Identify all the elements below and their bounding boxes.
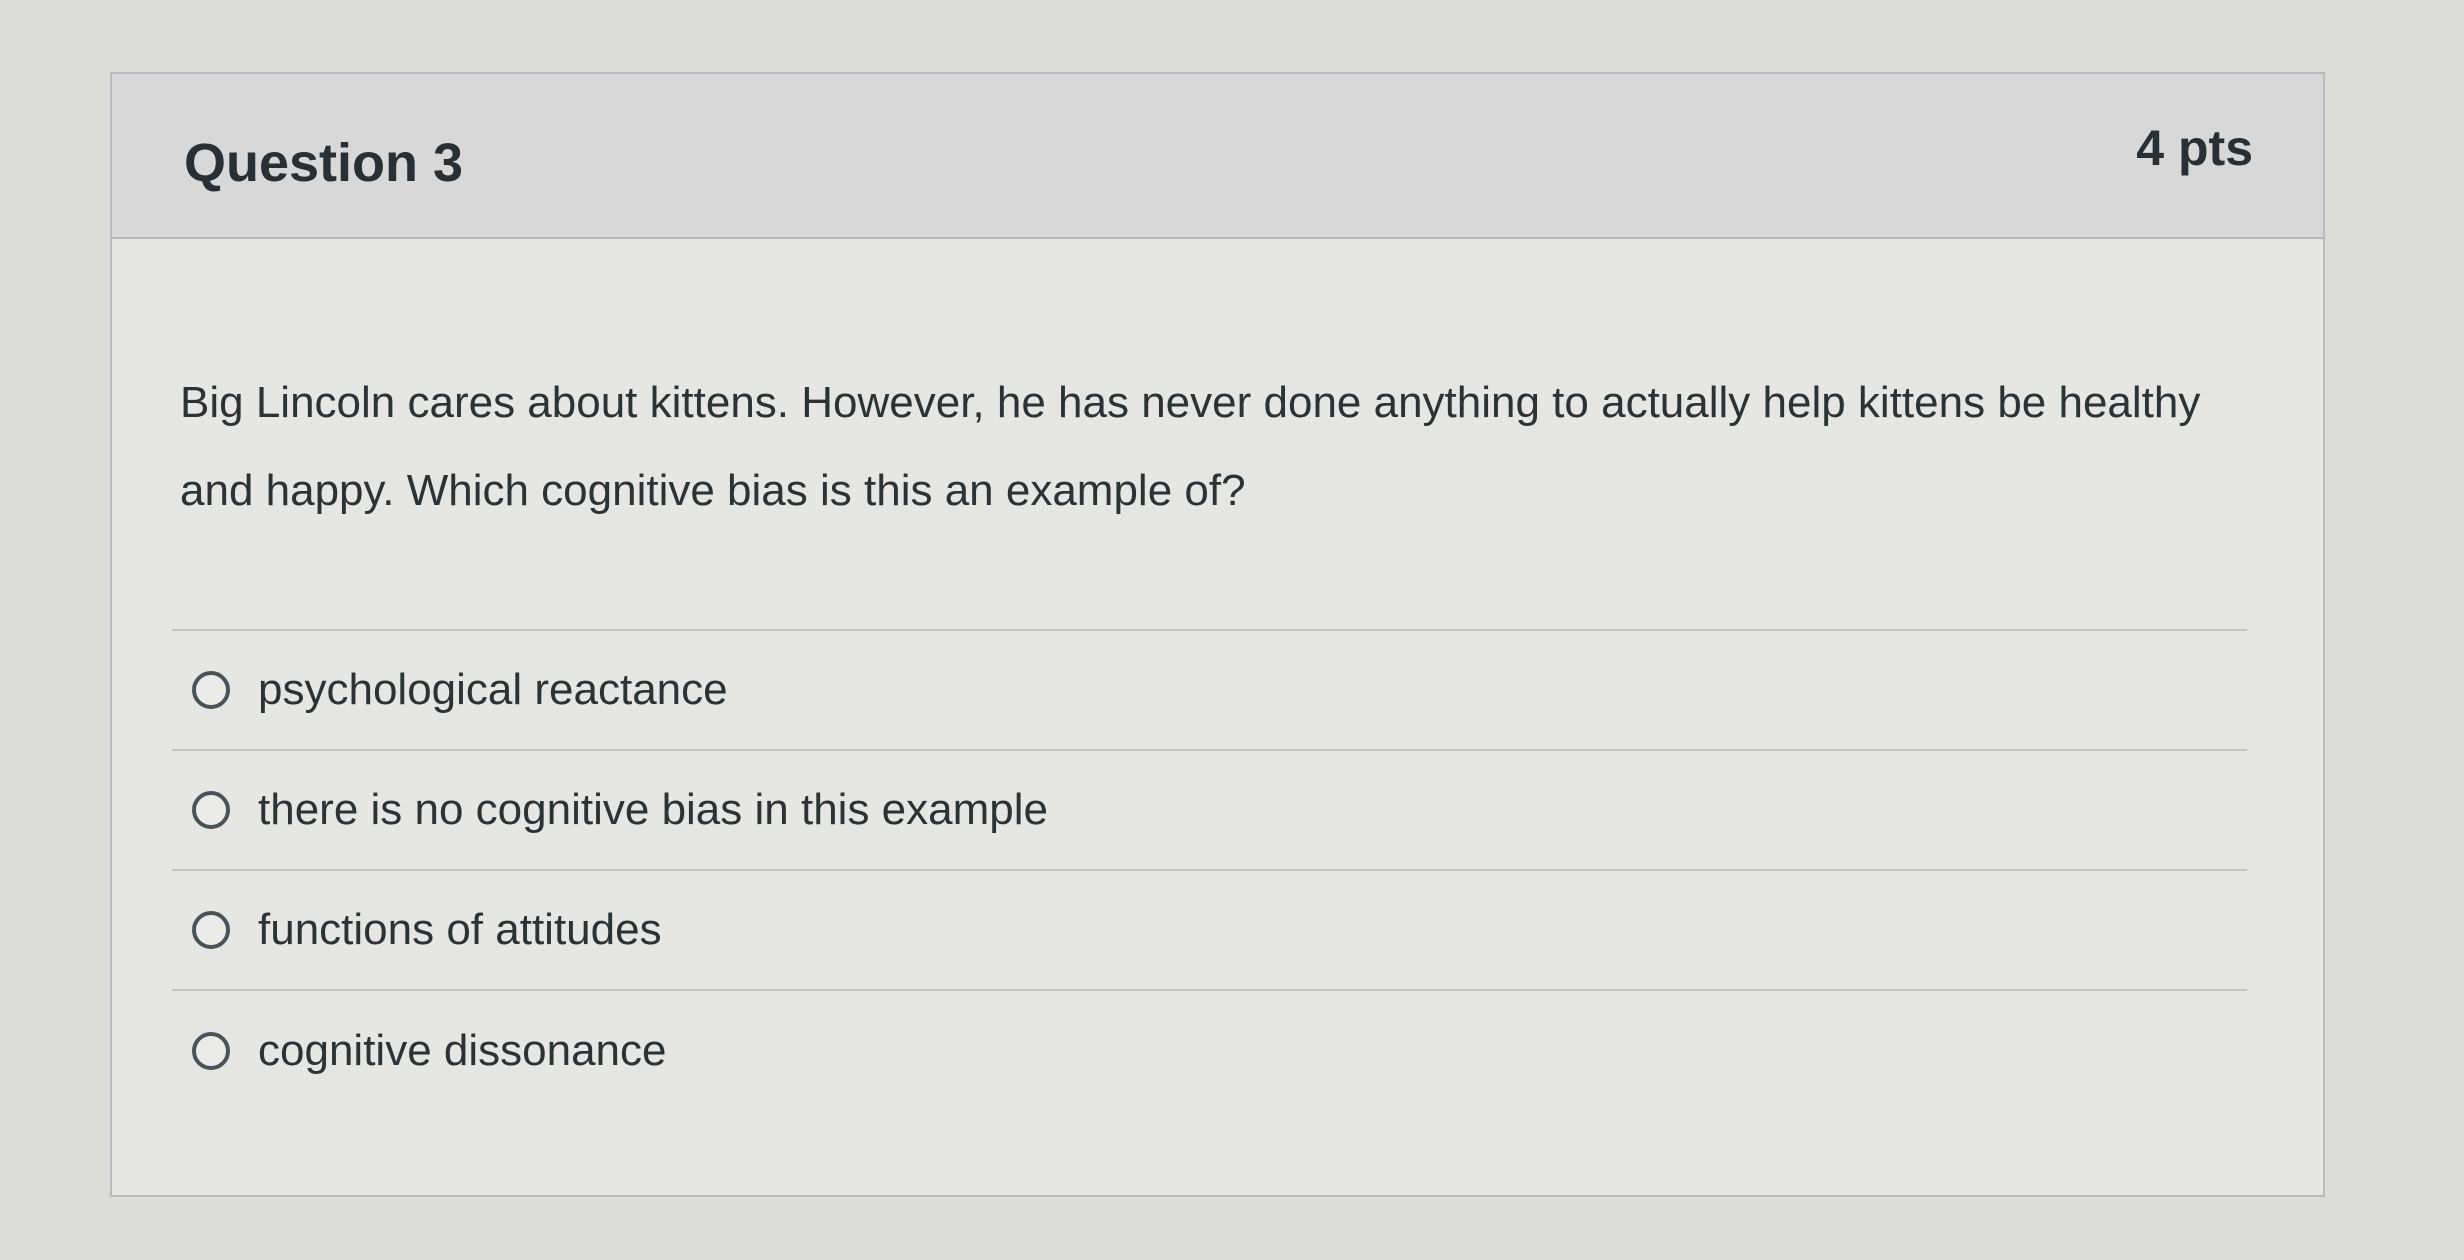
answer-label[interactable]: psychological reactance — [258, 665, 728, 715]
question-title: Question 3 — [184, 133, 464, 193]
answer-label[interactable]: functions of attitudes — [258, 905, 662, 955]
answer-option[interactable]: there is no cognitive bias in this examp… — [172, 751, 2247, 871]
answer-label[interactable]: cognitive dissonance — [258, 1026, 666, 1076]
answer-option[interactable]: psychological reactance — [172, 631, 2247, 751]
question-card: Question 3 4 pts Big Lincoln cares about… — [110, 72, 2325, 1197]
question-points: 4 pts — [2136, 120, 2253, 176]
radio-button[interactable] — [192, 1032, 230, 1070]
answer-option[interactable]: cognitive dissonance — [172, 991, 2247, 1111]
answer-list: psychological reactance there is no cogn… — [172, 629, 2247, 1111]
answer-label[interactable]: there is no cognitive bias in this examp… — [258, 785, 1048, 835]
answer-option[interactable]: functions of attitudes — [172, 871, 2247, 991]
radio-button[interactable] — [192, 671, 230, 709]
radio-button[interactable] — [192, 911, 230, 949]
radio-button[interactable] — [192, 791, 230, 829]
question-text: Big Lincoln cares about kittens. However… — [180, 378, 2201, 515]
question-header: Question 3 4 pts — [112, 74, 2323, 239]
